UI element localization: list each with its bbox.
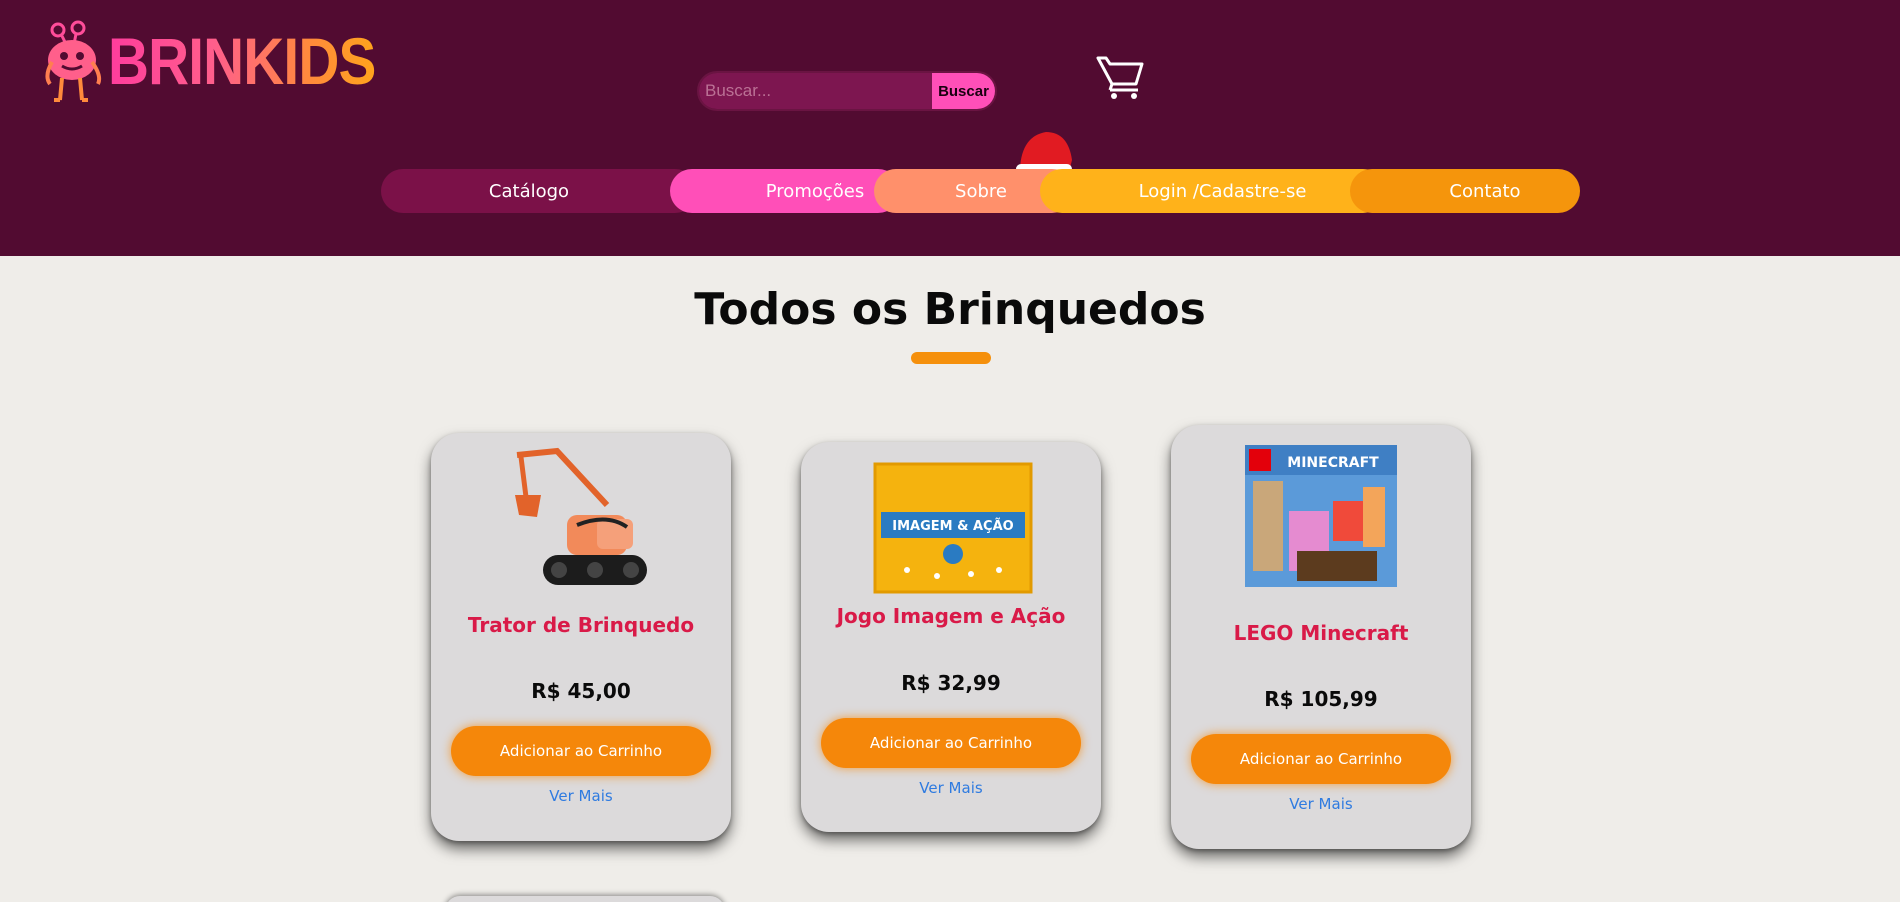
board-game-box-text: IMAGEM & AÇÃO [892,518,1013,534]
brand-name: BRINKIDS [108,24,376,98]
product-card: IMAGEM & AÇÃO Jogo Imagem e Ação R$ 32,9… [801,442,1101,832]
cart-icon[interactable] [1096,54,1146,100]
excavator-toy-image [515,447,647,585]
product-card: Trator de Brinquedo R$ 45,00 Adicionar a… [431,433,731,841]
lego-minecraft-image: MINECRAFT [1245,445,1397,587]
brand-logo[interactable]: BRINKIDS [44,20,419,102]
product-name: LEGO Minecraft [1233,621,1409,645]
product-price: R$ 105,99 [1264,687,1378,711]
board-game-image: IMAGEM & AÇÃO [873,462,1033,594]
nav-item-contato[interactable]: Contato [1350,169,1580,213]
search-button[interactable]: Buscar [932,73,995,109]
see-more-link[interactable]: Ver Mais [431,787,731,805]
product-price: R$ 32,99 [901,671,1001,695]
search-bar: Buscar [697,71,997,111]
site-header: BRINKIDS Buscar Catálogo Promoções Sobre… [0,0,1900,256]
add-to-cart-button[interactable]: Adicionar ao Carrinho [821,718,1081,768]
nav-item-promocoes[interactable]: Promoções [670,169,900,213]
title-underline [911,352,991,364]
page-title: Todos os Brinquedos [694,284,1206,335]
mascot-icon [45,20,102,102]
see-more-link[interactable]: Ver Mais [801,779,1101,797]
product-card: MINECRAFT LEGO Minecraft R$ 105,99 Adici… [1171,425,1471,849]
add-to-cart-button[interactable]: Adicionar ao Carrinho [1191,734,1451,784]
nav-item-catalogo[interactable]: Catálogo [381,169,697,213]
lego-box-text: MINECRAFT [1287,455,1379,471]
product-price: R$ 45,00 [531,679,631,703]
nav-item-login[interactable]: Login /Cadastre-se [1040,169,1385,213]
product-name: Trator de Brinquedo [467,613,695,637]
product-card [445,896,725,902]
add-to-cart-button[interactable]: Adicionar ao Carrinho [451,726,711,776]
product-name: Jogo Imagem e Ação [836,604,1066,628]
see-more-link[interactable]: Ver Mais [1171,795,1471,813]
search-input[interactable] [699,73,932,109]
